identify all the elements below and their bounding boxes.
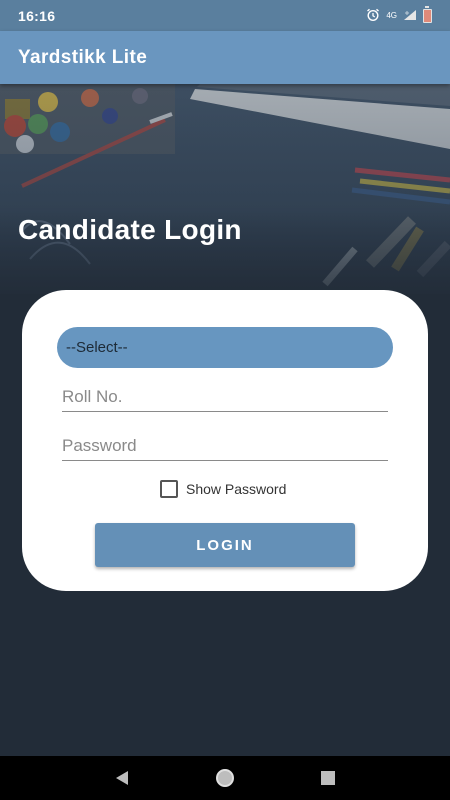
app-bar: Yardstikk Lite <box>0 31 450 84</box>
page-title: Candidate Login <box>18 214 242 245</box>
status-time: 16:16 <box>18 7 56 24</box>
candidate-type-select[interactable]: --Select-- <box>57 327 393 368</box>
select-value: --Select-- <box>66 339 128 356</box>
show-password-label: Show Password <box>186 481 287 497</box>
battery-icon <box>423 5 432 23</box>
home-circle-icon <box>215 769 234 787</box>
login-card: --Select-- Show Password LOGIN <box>22 290 428 591</box>
recents-square-icon <box>321 771 336 785</box>
status-icons: 4G <box>366 5 432 24</box>
show-password-checkbox[interactable] <box>160 480 178 498</box>
home-button[interactable] <box>205 758 245 798</box>
signal-icon <box>403 9 417 23</box>
login-button-label: LOGIN <box>196 536 254 554</box>
back-triangle-icon <box>115 771 128 785</box>
hero-background-image: Candidate Login <box>0 84 450 294</box>
password-input[interactable] <box>62 431 388 461</box>
status-bar: 16:16 4G <box>0 0 450 31</box>
navigation-bar <box>0 756 450 800</box>
login-button[interactable]: LOGIN <box>95 523 355 567</box>
alarm-icon <box>366 8 380 24</box>
back-button[interactable] <box>102 758 142 798</box>
recents-button[interactable] <box>308 758 348 798</box>
network-type-label: 4G <box>386 11 397 20</box>
roll-number-input[interactable] <box>62 382 388 412</box>
app-title: Yardstikk Lite <box>18 46 148 68</box>
show-password-toggle[interactable]: Show Password <box>160 480 286 498</box>
